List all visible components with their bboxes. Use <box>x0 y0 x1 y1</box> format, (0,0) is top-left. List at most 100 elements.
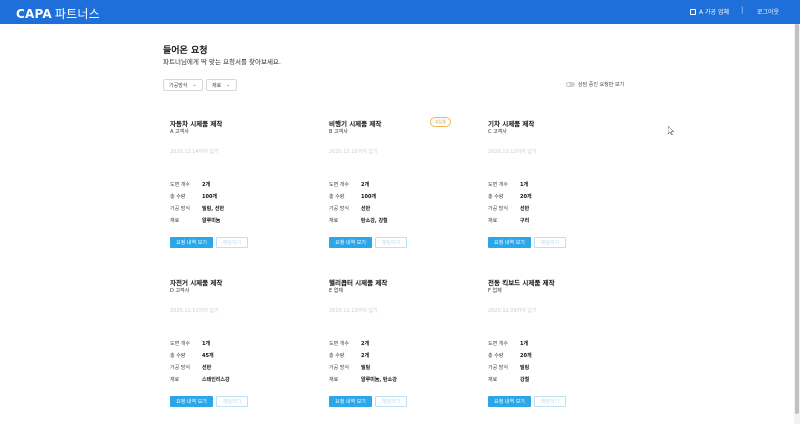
chevron-down-icon: ⌄ <box>192 82 197 88</box>
spec-value-drawings: 1개 <box>520 181 529 188</box>
view-request-button[interactable]: 요청 내역 보기 <box>329 396 372 407</box>
mouse-cursor-icon <box>668 126 674 135</box>
spec-label-material: 재료 <box>329 217 339 224</box>
card-client: C 고객사 <box>488 129 507 135</box>
spec-label-material: 재료 <box>170 376 180 383</box>
spec-label-drawings: 도면 개수 <box>488 181 508 188</box>
spec-label-total-qty: 총 수량 <box>329 193 345 200</box>
spec-label-total-qty: 총 수량 <box>329 352 345 359</box>
spec-value-method: 선반 <box>520 205 530 212</box>
card-specs: 도면 개수 1개 총 수량 20개 가공 방식 선반 재료 구리 <box>488 178 608 226</box>
card-specs: 도면 개수 2개 총 수량 2개 가공 방식 밀링 재료 알루미늄, 탄소강 <box>329 337 449 385</box>
spec-value-total-qty: 20개 <box>520 352 532 359</box>
chat-button[interactable]: 채팅하기 <box>216 396 248 407</box>
spec-label-method: 가공 방식 <box>329 205 349 212</box>
spec-value-material: 스테인리스강 <box>202 376 230 383</box>
spec-label-total-qty: 총 수량 <box>170 352 186 359</box>
spec-value-method: 밀링 <box>361 364 371 371</box>
spec-value-drawings: 1개 <box>520 340 529 347</box>
page-subtitle: 파트너님에게 딱 맞는 요청서를 찾아보세요. <box>163 58 281 66</box>
spec-value-total-qty: 20개 <box>520 193 532 200</box>
view-request-button[interactable]: 요청 내역 보기 <box>170 237 213 248</box>
toggle-label: 상담 중인 요청만 보기 <box>578 82 625 88</box>
spec-value-material: 구리 <box>520 217 530 224</box>
card-title: 자전거 시제품 제작 <box>170 279 223 287</box>
page-scrollbar[interactable] <box>794 24 800 424</box>
card-title: 헬리콥터 시제품 제작 <box>329 279 388 287</box>
chat-button[interactable]: 채팅하기 <box>375 396 407 407</box>
card-specs: 도면 개수 1개 총 수량 45개 가공 방식 선반 재료 스테인리스강 <box>170 337 290 385</box>
spec-label-drawings: 도면 개수 <box>329 340 349 347</box>
method-filter-label: 가공방식 <box>169 82 188 89</box>
spec-value-method: 선반 <box>202 364 212 371</box>
method-filter-dropdown[interactable]: 가공방식 ⌄ <box>163 79 203 91</box>
spec-label-drawings: 도면 개수 <box>488 340 508 347</box>
view-request-button[interactable]: 요청 내역 보기 <box>488 237 531 248</box>
card-due-date: 2020.12.09까지 납기 <box>488 308 537 314</box>
spec-label-total-qty: 총 수량 <box>170 193 186 200</box>
card-client: A 고객사 <box>170 129 189 135</box>
request-card: 헬리콥터 시제품 제작 E 업체 2020.12.15까지 납기 도면 개수 2개… <box>329 277 479 427</box>
material-filter-dropdown[interactable]: 재료 ⌄ <box>206 79 237 91</box>
spec-value-total-qty: 100개 <box>202 193 218 200</box>
spec-value-method: 밀링 <box>520 364 530 371</box>
request-card: 비행기 시제품 제작 상담중 B 고객사 2020.12.15까지 납기 도면 … <box>329 117 479 268</box>
request-card: 자동차 시제품 제작 A 고객사 2020.12.14까지 납기 도면 개수 2개… <box>170 118 320 268</box>
request-card: 자전거 시제품 제작 D 고객사 2020.12.11까지 납기 도면 개수 1개… <box>170 277 320 427</box>
spec-value-method: 선반 <box>361 205 371 212</box>
card-client: D 고객사 <box>170 288 190 294</box>
logo-sub: 파트너스 <box>54 7 100 21</box>
card-specs: 도면 개수 2개 총 수량 100개 가공 방식 밀링, 선반 재료 알루미늄 <box>170 178 290 226</box>
spec-label-material: 재료 <box>170 217 180 224</box>
card-specs: 도면 개수 1개 총 수량 20개 가공 방식 밀링 재료 강철 <box>488 337 608 385</box>
spec-value-material: 알루미늄, 탄소강 <box>361 376 397 383</box>
logo-main: CAPA <box>16 7 52 21</box>
card-title: 기차 시제품 제작 <box>488 120 535 128</box>
capa-logo[interactable]: CAPA 파트너스 <box>16 5 100 22</box>
chat-button[interactable]: 채팅하기 <box>534 237 566 248</box>
card-due-date: 2020.12.15까지 납기 <box>329 149 378 155</box>
card-title: 비행기 시제품 제작 <box>329 120 382 128</box>
spec-value-total-qty: 2개 <box>361 352 370 359</box>
toggle-switch[interactable] <box>566 82 575 87</box>
spec-label-total-qty: 총 수량 <box>488 193 504 200</box>
top-navigation-bar: CAPA 파트너스 A 가공 업체 | 로그아웃 <box>0 0 800 24</box>
spec-label-method: 가공 방식 <box>488 205 508 212</box>
view-request-button[interactable]: 요청 내역 보기 <box>170 396 213 407</box>
toggle-knob <box>566 82 571 87</box>
page-title: 들어온 요청 <box>163 46 208 56</box>
spec-label-method: 가공 방식 <box>170 364 190 371</box>
card-client: F 업체 <box>488 288 502 294</box>
spec-value-total-qty: 45개 <box>202 352 214 359</box>
chat-button[interactable]: 채팅하기 <box>534 396 566 407</box>
scrollbar-thumb[interactable] <box>795 24 799 414</box>
spec-label-material: 재료 <box>329 376 339 383</box>
spec-label-material: 재료 <box>488 376 498 383</box>
spec-value-material: 탄소강, 강철 <box>361 217 388 224</box>
request-card: 전동 킥보드 시제품 제작 F 업체 2020.12.09까지 납기 도면 개수… <box>488 277 638 427</box>
logout-link[interactable]: 로그아웃 <box>757 7 779 16</box>
header-separator: | <box>741 6 744 14</box>
spec-value-method: 밀링, 선반 <box>202 205 225 212</box>
company-menu[interactable]: A 가공 업체 <box>690 7 729 16</box>
spec-value-drawings: 2개 <box>202 181 211 188</box>
spec-label-drawings: 도면 개수 <box>170 340 190 347</box>
material-filter-label: 재료 <box>212 82 222 89</box>
spec-label-drawings: 도면 개수 <box>170 181 190 188</box>
spec-label-total-qty: 총 수량 <box>488 352 504 359</box>
card-specs: 도면 개수 2개 총 수량 100개 가공 방식 선반 재료 탄소강, 강철 <box>329 178 449 226</box>
consulting-only-toggle[interactable]: 상담 중인 요청만 보기 <box>566 81 624 88</box>
chat-button[interactable]: 채팅하기 <box>216 237 248 248</box>
chat-button[interactable]: 채팅하기 <box>375 237 407 248</box>
spec-value-drawings: 2개 <box>361 181 370 188</box>
view-request-button[interactable]: 요청 내역 보기 <box>329 237 372 248</box>
card-due-date: 2020.12.11까지 납기 <box>170 308 219 314</box>
card-title: 전동 킥보드 시제품 제작 <box>488 279 555 287</box>
spec-label-method: 가공 방식 <box>488 364 508 371</box>
spec-value-drawings: 2개 <box>361 340 370 347</box>
card-title: 자동차 시제품 제작 <box>170 120 223 128</box>
chevron-down-icon: ⌄ <box>226 82 231 88</box>
view-request-button[interactable]: 요청 내역 보기 <box>488 396 531 407</box>
request-card: 기차 시제품 제작 C 고객사 2020.12.12까지 납기 도면 개수 1개 … <box>488 118 638 268</box>
card-due-date: 2020.12.15까지 납기 <box>329 308 378 314</box>
